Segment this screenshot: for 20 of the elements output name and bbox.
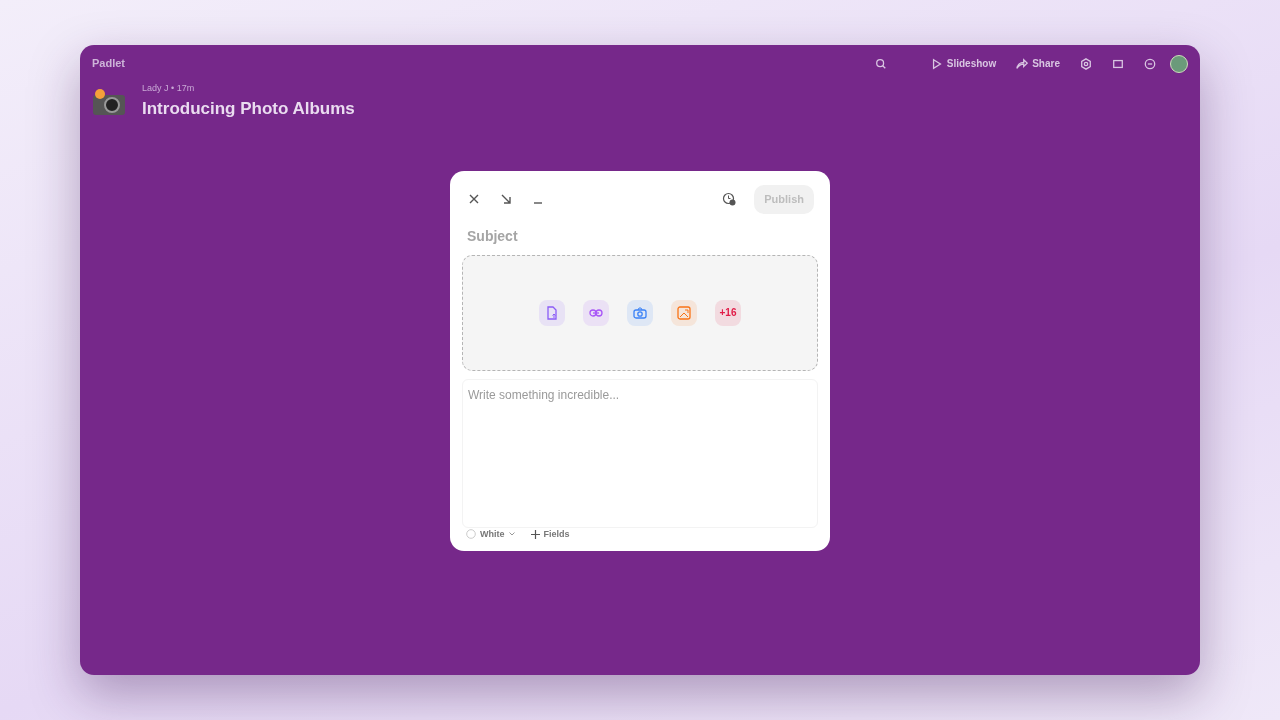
board-title: Introducing Photo Albums (142, 97, 355, 120)
app-logo: Padlet (92, 56, 125, 72)
share-arrow-icon (1016, 57, 1029, 70)
play-icon (930, 57, 943, 70)
file-upload-icon[interactable] (539, 299, 565, 326)
attachment-drop-zone[interactable]: +16 (462, 254, 818, 371)
fields-button[interactable]: Fields (530, 527, 570, 541)
plus-icon (530, 529, 540, 539)
more-attachments-button[interactable]: +16 (715, 299, 741, 326)
camera-icon[interactable] (627, 299, 653, 326)
share-button[interactable]: Share (1010, 53, 1066, 74)
camera-emoji-icon (92, 87, 126, 116)
slideshow-button[interactable]: Slideshow (924, 53, 1003, 74)
author-line: Lady J • 17m (142, 82, 196, 95)
body-field[interactable]: Write something incredible... (462, 378, 818, 528)
color-swatch-icon (466, 529, 476, 540)
color-picker[interactable]: White (466, 527, 515, 541)
chevron-down-icon (508, 532, 515, 537)
avatar[interactable] (1170, 54, 1188, 73)
link-icon[interactable] (583, 299, 609, 326)
